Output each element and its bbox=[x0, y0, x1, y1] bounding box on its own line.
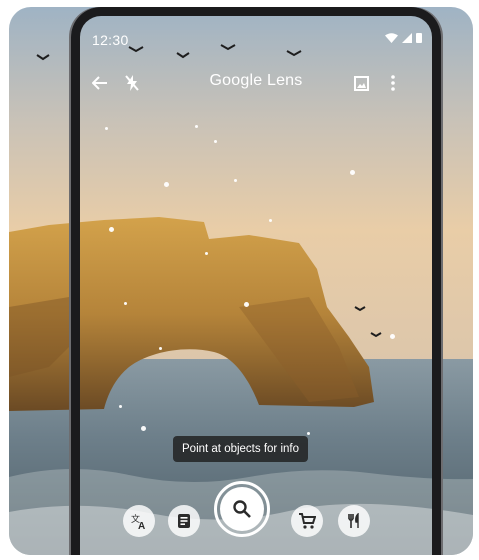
shopping-cart-icon bbox=[299, 513, 316, 529]
phone-device: 12:30 Google Lens bbox=[71, 7, 441, 555]
feature-point bbox=[159, 347, 162, 350]
feature-point bbox=[350, 170, 355, 175]
mode-dining-button[interactable] bbox=[338, 505, 370, 537]
hint-tooltip: Point at objects for info bbox=[173, 436, 308, 462]
svg-text:A: A bbox=[138, 521, 145, 530]
feature-point bbox=[234, 179, 237, 182]
feature-point bbox=[269, 219, 272, 222]
search-icon bbox=[233, 500, 251, 518]
feature-point bbox=[105, 127, 108, 130]
feature-point bbox=[164, 182, 169, 187]
feature-point bbox=[244, 302, 249, 307]
feature-point bbox=[205, 252, 208, 255]
gallery-icon[interactable] bbox=[350, 72, 372, 94]
signal-icon bbox=[402, 32, 412, 43]
battery-icon bbox=[416, 33, 422, 43]
search-shutter-button[interactable] bbox=[214, 481, 270, 537]
feature-point bbox=[119, 405, 122, 408]
feature-point bbox=[307, 432, 310, 435]
translate-icon: 文 A bbox=[131, 513, 145, 530]
feature-point bbox=[195, 125, 198, 128]
text-document-icon bbox=[178, 514, 190, 528]
toolbar-title: Google Lens bbox=[209, 72, 303, 89]
fork-knife-icon bbox=[348, 513, 359, 528]
screenshot-frame: 12:30 Google Lens Point at objects for i… bbox=[9, 7, 473, 555]
feature-point bbox=[124, 302, 127, 305]
lens-toolbar: Google Lens bbox=[80, 68, 432, 98]
wifi-icon bbox=[385, 32, 398, 43]
shutter-inner bbox=[220, 487, 264, 531]
feature-point bbox=[141, 426, 146, 431]
phone-screen: 12:30 Google Lens bbox=[80, 16, 432, 555]
status-bar: 12:30 bbox=[80, 16, 432, 50]
status-time: 12:30 bbox=[92, 32, 129, 48]
mode-shopping-button[interactable] bbox=[291, 505, 323, 537]
feature-point bbox=[214, 140, 217, 143]
mode-translate-button[interactable]: 文 A bbox=[123, 505, 155, 537]
feature-point bbox=[109, 227, 114, 232]
mode-text-button[interactable] bbox=[168, 505, 200, 537]
more-options-icon[interactable] bbox=[382, 72, 404, 94]
status-icons bbox=[385, 32, 422, 43]
feature-point bbox=[390, 334, 395, 339]
